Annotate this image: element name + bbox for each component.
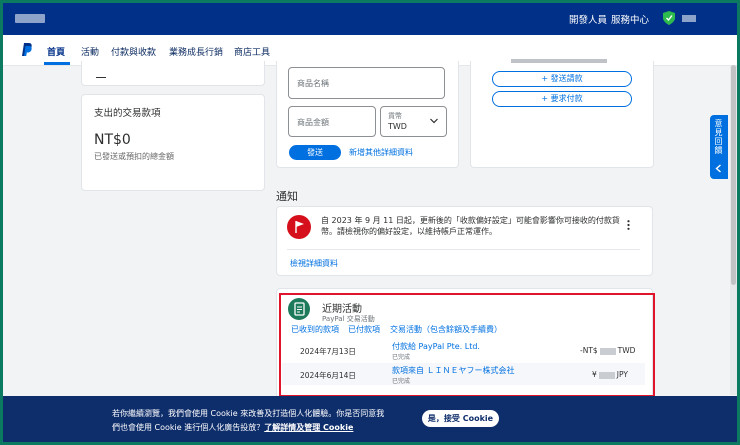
sent-payments-subtitle: 已發送或預扣的總金額 bbox=[94, 152, 174, 161]
divider bbox=[287, 249, 640, 250]
notification-message: 自 2023 年 9 月 11 日起，更新後的「收款偏好設定」可能會影響你可接收… bbox=[321, 216, 620, 236]
developer-link[interactable]: 開發人員 bbox=[569, 12, 607, 26]
user-name-redacted[interactable] bbox=[682, 15, 696, 22]
highlight-annotation-box bbox=[279, 293, 655, 397]
currency-select[interactable]: 貨幣 TWD bbox=[380, 106, 447, 137]
tab-business-growth[interactable]: 業務成長行銷 bbox=[169, 45, 223, 58]
sent-payments-card: 支出的交易款項 NT$0 已發送或預扣的總金額 bbox=[81, 94, 265, 191]
item-amount-field[interactable]: 商品金額 bbox=[288, 106, 376, 137]
sent-payments-title: 支出的交易款項 bbox=[94, 108, 161, 119]
tab-activity[interactable]: 活動 bbox=[81, 45, 99, 58]
send-button[interactable]: 發送 bbox=[289, 145, 341, 160]
chevron-left-icon bbox=[715, 164, 721, 173]
accept-cookies-button[interactable]: 是，接受 Cookie bbox=[422, 410, 499, 427]
active-tab-indicator bbox=[44, 62, 70, 65]
chevron-down-icon bbox=[430, 118, 438, 124]
cookie-text-line2-prefix: 們也會使用 Cookie 進行個人化廣告投放？ bbox=[112, 423, 265, 432]
feedback-label: 意見回饋 bbox=[714, 119, 723, 155]
add-more-details-link[interactable]: 新增其他詳細資料 bbox=[349, 147, 413, 158]
cookie-banner: 若你繼續瀏覽，我們會使用 Cookie 來改善及打造個人化體驗。你是否同意我 們… bbox=[3, 396, 737, 442]
notifications-heading: 通知 bbox=[276, 190, 298, 203]
notification-card: 自 2023 年 9 月 11 日起，更新後的「收款偏好設定」可能會影響你可接收… bbox=[276, 206, 653, 276]
balance-card-partial bbox=[81, 61, 265, 86]
tab-store-tools[interactable]: 商店工具 bbox=[234, 45, 270, 58]
scrollbar[interactable] bbox=[730, 65, 737, 395]
more-options-icon[interactable] bbox=[627, 220, 630, 230]
tab-pay-receive[interactable]: 付款與收款 bbox=[111, 45, 156, 58]
sent-payments-amount: NT$0 bbox=[94, 132, 131, 148]
cookie-text-line2: 們也會使用 Cookie 進行個人化廣告投放？了解詳情及管理 Cookie bbox=[112, 422, 353, 433]
send-invoice-button[interactable]: + 發送請款 bbox=[492, 71, 632, 87]
currency-value: TWD bbox=[388, 122, 407, 131]
cookie-learn-more-link[interactable]: 了解詳情及管理 Cookie bbox=[264, 423, 353, 432]
shield-icon[interactable] bbox=[663, 11, 675, 25]
account-name-redacted[interactable] bbox=[15, 14, 45, 23]
item-amount-placeholder: 商品金額 bbox=[297, 118, 329, 127]
divider bbox=[96, 77, 106, 78]
currency-label: 貨幣 bbox=[388, 112, 402, 120]
truncated-text bbox=[511, 59, 607, 63]
cookie-text-line1: 若你繼續瀏覽，我們會使用 Cookie 來改善及打造個人化體驗。你是否同意我 bbox=[112, 409, 385, 418]
top-bar: 開發人員 服務中心 bbox=[3, 3, 737, 35]
item-name-placeholder: 商品名稱 bbox=[297, 79, 329, 88]
tab-home[interactable]: 首頁 bbox=[47, 45, 65, 58]
feedback-tab[interactable]: 意見回饋 bbox=[710, 115, 728, 179]
request-payment-button[interactable]: + 要求付款 bbox=[492, 91, 632, 107]
service-center-link[interactable]: 服務中心 bbox=[611, 12, 649, 26]
paypal-logo-icon[interactable] bbox=[22, 43, 32, 56]
view-details-link[interactable]: 檢視詳細資料 bbox=[290, 258, 338, 269]
scrollbar-thumb[interactable] bbox=[731, 65, 736, 285]
payment-actions-card: + 發送請款 + 要求付款 bbox=[470, 59, 654, 168]
flag-icon bbox=[287, 215, 311, 239]
request-form-card: 商品名稱 商品金額 貨幣 TWD 發送 新增其他詳細資料 bbox=[276, 61, 459, 168]
browser-frame: 開發人員 服務中心 首頁 活動 付款與收款 業務成長行銷 商店工具 支出的交易款… bbox=[3, 3, 737, 442]
item-name-field[interactable]: 商品名稱 bbox=[288, 67, 445, 99]
